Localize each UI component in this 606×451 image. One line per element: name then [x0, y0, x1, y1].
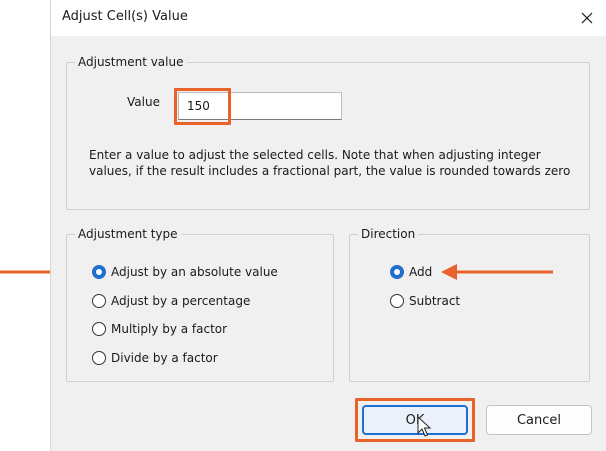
- radio-icon: [92, 265, 106, 279]
- cancel-button[interactable]: Cancel: [486, 405, 592, 435]
- direction-group: Direction: [349, 226, 590, 382]
- radio-icon: [92, 322, 106, 336]
- ok-button[interactable]: OK: [362, 405, 468, 435]
- radio-icon: [390, 294, 404, 308]
- radio-icon: [92, 351, 106, 365]
- direction-legend: Direction: [358, 226, 419, 242]
- adjustment-value-legend: Adjustment value: [75, 54, 187, 70]
- window-title: Adjust Cell(s) Value: [62, 9, 188, 24]
- radio-add[interactable]: Add: [390, 265, 432, 279]
- adjustment-description: Enter a value to adjust the selected cel…: [89, 148, 571, 178]
- close-icon: [581, 12, 593, 24]
- radio-divide-label: Divide by a factor: [111, 351, 218, 365]
- radio-subtract[interactable]: Subtract: [390, 294, 460, 308]
- radio-multiply-label: Multiply by a factor: [111, 322, 228, 336]
- radio-subtract-label: Subtract: [409, 294, 461, 308]
- radio-add-label: Add: [409, 265, 433, 279]
- adjust-cells-dialog: Adjust Cell(s) Value Adjustment value Va…: [50, 0, 606, 451]
- stage: Adjust Cell(s) Value Adjustment value Va…: [0, 0, 606, 451]
- value-input[interactable]: [178, 92, 342, 120]
- radio-icon: [390, 265, 404, 279]
- radio-percentage[interactable]: Adjust by a percentage: [92, 294, 250, 308]
- value-label: Value: [127, 95, 160, 109]
- radio-percentage-label: Adjust by a percentage: [111, 294, 251, 308]
- radio-divide[interactable]: Divide by a factor: [92, 351, 218, 365]
- adjustment-type-legend: Adjustment type: [75, 226, 181, 242]
- adjustment-value-group: Adjustment value: [66, 54, 590, 210]
- radio-absolute-value-label: Adjust by an absolute value: [111, 265, 278, 279]
- radio-multiply[interactable]: Multiply by a factor: [92, 322, 227, 336]
- radio-absolute-value[interactable]: Adjust by an absolute value: [92, 265, 278, 279]
- radio-icon: [92, 294, 106, 308]
- title-bar: Adjust Cell(s) Value: [51, 0, 606, 36]
- close-button[interactable]: [567, 0, 606, 36]
